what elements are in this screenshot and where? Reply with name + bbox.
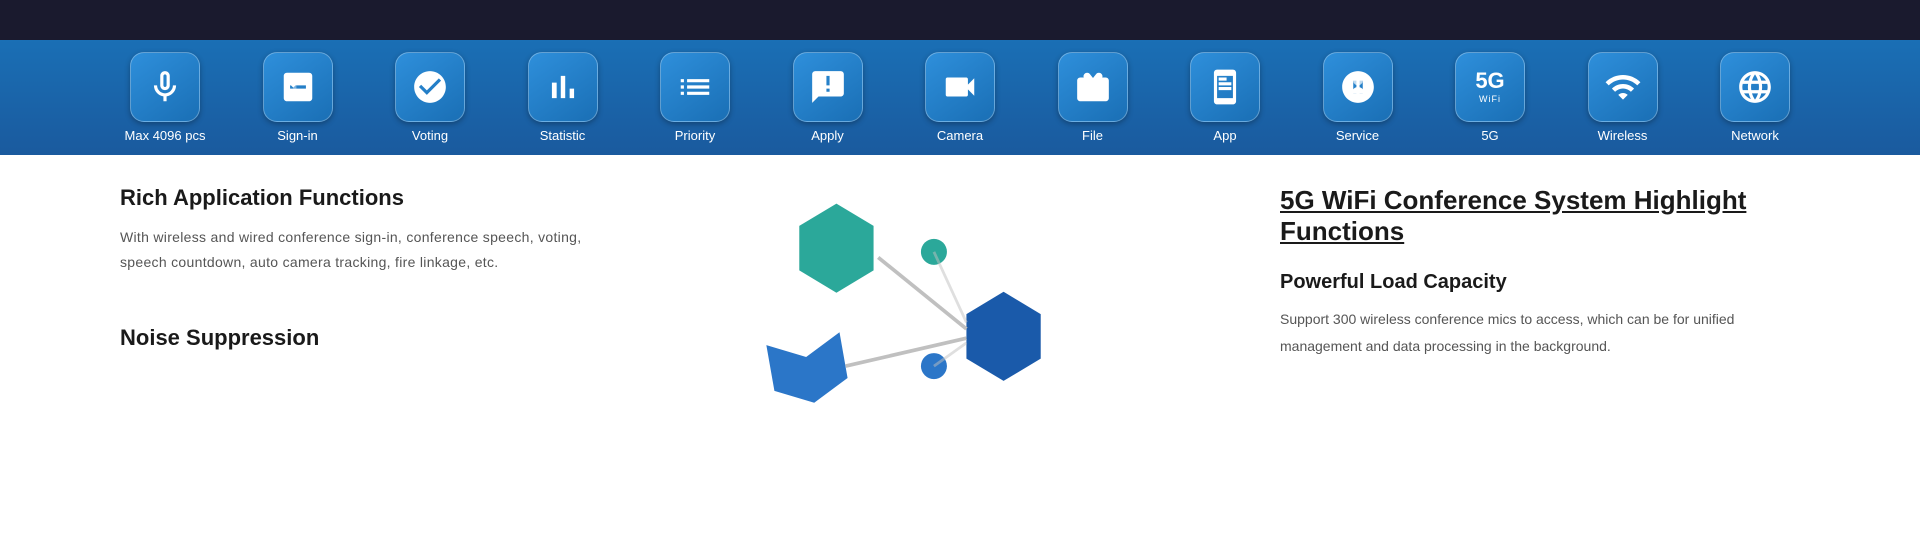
5g-sub: WiFi <box>1479 94 1501 104</box>
top-black-bar <box>0 0 1920 40</box>
apply-icon <box>809 68 847 106</box>
wireless-icon <box>1604 68 1642 106</box>
icon-bar: Max 4096 pcs Sign-in Voting Stat <box>0 40 1920 155</box>
icon-label-network: Network <box>1731 128 1779 143</box>
left-section: Rich Application Functions With wireless… <box>120 185 600 445</box>
apply-icon-box <box>793 52 863 122</box>
icon-item-camera[interactable]: Camera <box>915 52 1005 143</box>
icon-label-app: App <box>1213 128 1236 143</box>
icon-item-service[interactable]: Service <box>1313 52 1403 143</box>
icon-item-signin[interactable]: Sign-in <box>253 52 343 143</box>
icon-item-wireless[interactable]: Wireless <box>1578 52 1668 143</box>
icon-label-signin: Sign-in <box>277 128 317 143</box>
icon-item-voting[interactable]: Voting <box>385 52 475 143</box>
rich-app-title: Rich Application Functions <box>120 185 600 211</box>
icon-item-statistic[interactable]: Statistic <box>518 52 608 143</box>
diagram-svg <box>740 185 1100 445</box>
file-icon <box>1074 68 1112 106</box>
network-icon <box>1736 68 1774 106</box>
rich-app-text: With wireless and wired conference sign-… <box>120 225 600 275</box>
priority-icon <box>676 68 714 106</box>
signin-icon-box <box>263 52 333 122</box>
noise-title: Noise Suppression <box>120 325 600 351</box>
app-icon-box <box>1190 52 1260 122</box>
camera-icon-box <box>925 52 995 122</box>
fiveg-icon-box: 5G WiFi <box>1455 52 1525 122</box>
service-icon <box>1339 68 1377 106</box>
icon-label-file: File <box>1082 128 1103 143</box>
signin-icon <box>279 68 317 106</box>
5g-text: 5G <box>1475 70 1504 92</box>
icon-item-file[interactable]: File <box>1048 52 1138 143</box>
service-icon-box <box>1323 52 1393 122</box>
icon-item-max4096[interactable]: Max 4096 pcs <box>120 52 210 143</box>
icon-label-statistic: Statistic <box>540 128 586 143</box>
icon-label-camera: Camera <box>937 128 983 143</box>
camera-icon <box>941 68 979 106</box>
icon-label-voting: Voting <box>412 128 448 143</box>
statistic-icon-box <box>528 52 598 122</box>
voting-icon <box>411 68 449 106</box>
icon-item-network[interactable]: Network <box>1710 52 1800 143</box>
mic-icon-box <box>130 52 200 122</box>
wireless-icon-box <box>1588 52 1658 122</box>
right-section: 5G WiFi Conference System Highlight Func… <box>1240 185 1800 445</box>
icon-label-service: Service <box>1336 128 1379 143</box>
icon-label-wireless: Wireless <box>1598 128 1648 143</box>
file-icon-box <box>1058 52 1128 122</box>
icon-item-apply[interactable]: Apply <box>783 52 873 143</box>
middle-diagram <box>600 185 1240 445</box>
power-text: Support 300 wireless conference mics to … <box>1280 306 1800 359</box>
statistic-icon <box>544 68 582 106</box>
icon-label-5g: 5G <box>1481 128 1498 143</box>
voting-icon-box <box>395 52 465 122</box>
icon-label-priority: Priority <box>675 128 715 143</box>
app-icon <box>1206 68 1244 106</box>
icon-item-app[interactable]: App <box>1180 52 1270 143</box>
icon-label-max4096: Max 4096 pcs <box>125 128 206 143</box>
icon-item-5g[interactable]: 5G WiFi 5G <box>1445 52 1535 143</box>
highlight-title: 5G WiFi Conference System Highlight Func… <box>1280 185 1800 247</box>
network-icon-box <box>1720 52 1790 122</box>
power-title: Powerful Load Capacity <box>1280 271 1800 294</box>
content-area: Rich Application Functions With wireless… <box>0 155 1920 445</box>
mic-icon <box>146 68 184 106</box>
icon-item-priority[interactable]: Priority <box>650 52 740 143</box>
icon-label-apply: Apply <box>811 128 844 143</box>
priority-icon-box <box>660 52 730 122</box>
